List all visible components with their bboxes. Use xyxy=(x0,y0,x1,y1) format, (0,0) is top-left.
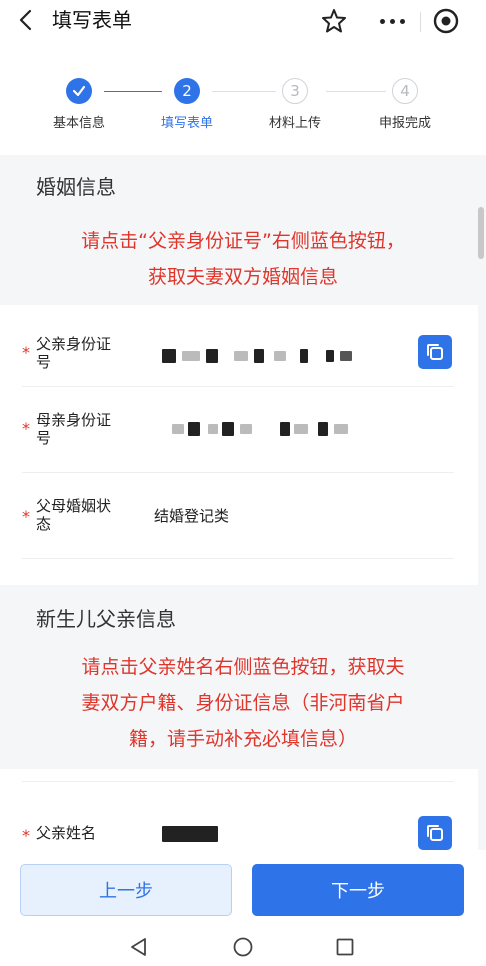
top-bar: 填写表单 xyxy=(0,0,486,44)
prev-step-button[interactable]: 上一步 xyxy=(20,864,232,916)
step-label: 基本信息 xyxy=(52,116,105,131)
section-title-father: 新生儿父亲信息 xyxy=(36,607,176,631)
next-step-button[interactable]: 下一步 xyxy=(252,864,464,916)
capsule-divider xyxy=(420,12,421,32)
step-complete: 4 申报完成 xyxy=(350,78,460,131)
form-content[interactable]: 婚姻信息 请点击“父亲身份证号”右侧蓝色按钮， 获取夫妻双方婚姻信息 * 父亲身… xyxy=(0,155,486,850)
fetch-household-info-button[interactable] xyxy=(418,816,452,850)
field-label: 母亲身份证 号 xyxy=(36,411,112,447)
nav-back-icon[interactable] xyxy=(128,936,150,958)
nav-recents-icon[interactable] xyxy=(334,936,356,958)
father-card: * 父亲姓名 xyxy=(0,769,478,850)
target-icon[interactable] xyxy=(430,5,462,37)
step-label: 材料上传 xyxy=(268,116,321,131)
field-label: 父亲姓名 xyxy=(36,824,97,842)
scrollbar[interactable] xyxy=(478,207,484,259)
step-number: 3 xyxy=(282,78,308,104)
star-icon[interactable] xyxy=(320,7,348,35)
system-nav-bar xyxy=(0,928,486,966)
father-notice: 请点击父亲姓名右侧蓝色按钮，获取夫 妻双方户籍、身份证信息（非河南省户 籍，请手… xyxy=(0,649,486,757)
father-id-row[interactable]: * 父亲身份证 号 xyxy=(22,317,454,387)
step-fill-form: 2 填写表单 xyxy=(132,78,242,131)
section-title-marriage: 婚姻信息 xyxy=(36,175,116,199)
nav-home-icon[interactable] xyxy=(232,936,254,958)
copy-icon xyxy=(427,344,443,360)
required-mark: * xyxy=(22,419,30,438)
bottom-action-bar: 上一步 下一步 xyxy=(0,850,486,928)
step-basic-info: 基本信息 xyxy=(24,78,134,131)
required-mark: * xyxy=(22,343,30,362)
page-title: 填写表单 xyxy=(52,8,132,32)
progress-steps: 基本信息 2 填写表单 3 材料上传 4 申报完成 xyxy=(0,60,486,150)
more-icon[interactable] xyxy=(366,4,418,38)
field-label: 父亲身份证 号 xyxy=(36,335,112,371)
marital-status-value: 结婚登记类 xyxy=(154,507,230,525)
marriage-notice: 请点击“父亲身份证号”右侧蓝色按钮， 获取夫妻双方婚姻信息 xyxy=(0,223,486,295)
field-label: 父母婚姻状 态 xyxy=(36,497,112,533)
notice-line: 获取夫妻双方婚姻信息 xyxy=(147,266,338,288)
fetch-marriage-info-button[interactable] xyxy=(418,335,452,369)
marriage-card: * 父亲身份证 号 * 母亲身份证 号 * 父母婚姻状 态 结婚登记类 xyxy=(0,305,478,585)
back-icon[interactable] xyxy=(14,6,40,34)
step-number: 4 xyxy=(392,78,418,104)
marital-status-row[interactable]: * 父母婚姻状 态 结婚登记类 xyxy=(22,473,454,559)
required-mark: * xyxy=(22,507,30,526)
step-label: 申报完成 xyxy=(378,116,431,131)
step-upload: 3 材料上传 xyxy=(240,78,350,131)
step-check-icon xyxy=(66,78,92,104)
notice-line: 请点击父亲姓名右侧蓝色按钮，获取夫 xyxy=(81,656,405,678)
notice-line: 籍，请手动补充必填信息） xyxy=(128,728,357,750)
step-label: 填写表单 xyxy=(160,116,213,131)
copy-icon xyxy=(427,825,443,841)
notice-line: 妻双方户籍、身份证信息（非河南省户 xyxy=(81,692,405,714)
notice-line: 请点击“父亲身份证号”右侧蓝色按钮， xyxy=(81,230,405,252)
step-number: 2 xyxy=(174,78,200,104)
mother-id-row[interactable]: * 母亲身份证 号 xyxy=(22,387,454,473)
father-name-row[interactable]: * 父亲姓名 xyxy=(22,781,454,850)
required-mark: * xyxy=(22,826,30,845)
